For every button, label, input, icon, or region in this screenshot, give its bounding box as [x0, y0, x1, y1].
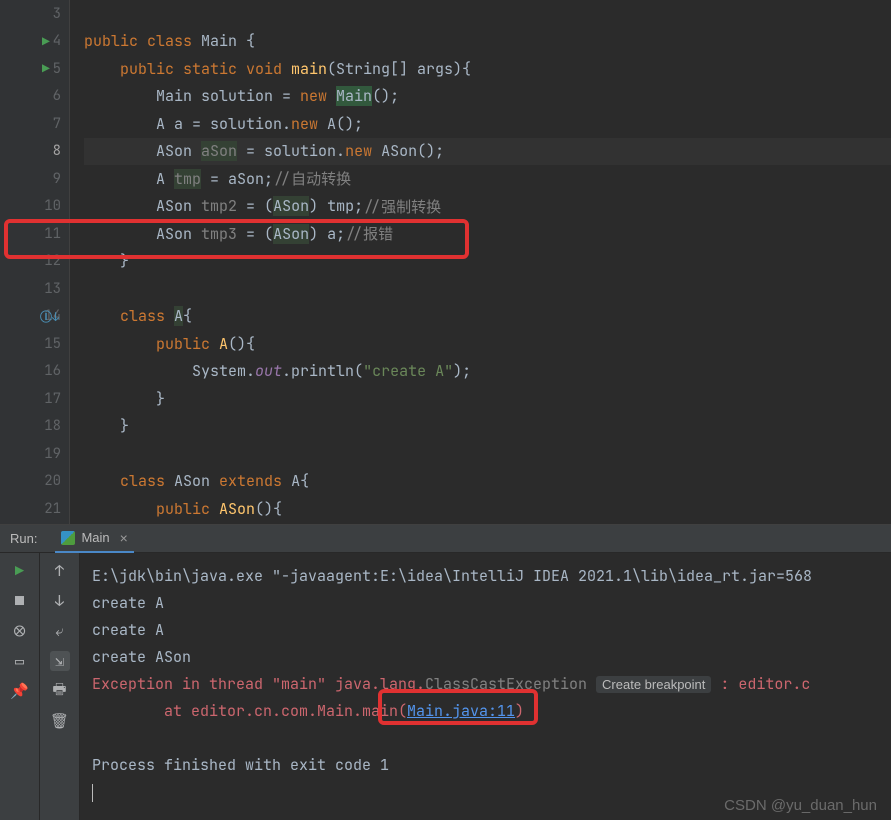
code-line[interactable]: class A{: [84, 303, 891, 331]
code-line[interactable]: }: [84, 385, 891, 413]
code-line[interactable]: public class Main {: [84, 28, 891, 56]
gutter-line[interactable]: 11: [0, 220, 69, 248]
gutter-line[interactable]: 15: [0, 330, 69, 358]
gutter-line[interactable]: 18: [0, 413, 69, 441]
run-gutter-icon[interactable]: ▶: [42, 33, 50, 50]
java-icon: [61, 531, 75, 545]
stacktrace-link[interactable]: Main.java:11: [407, 701, 515, 721]
down-icon[interactable]: ↓: [50, 591, 70, 611]
console-out: create A: [92, 590, 891, 617]
gutter-line[interactable]: 6: [0, 83, 69, 111]
code-line[interactable]: }: [84, 413, 891, 441]
code-line[interactable]: [84, 0, 891, 28]
trash-icon[interactable]: 🗑: [50, 711, 70, 731]
code-line[interactable]: ASon tmp2 = (ASon) tmp;//强制转换: [84, 193, 891, 221]
gutter-line[interactable]: 10: [0, 193, 69, 221]
gutter-line[interactable]: 9: [0, 165, 69, 193]
gutter-line[interactable]: 20: [0, 468, 69, 496]
console-out: create ASon: [92, 644, 891, 671]
run-gutter-icon[interactable]: ▶: [42, 60, 50, 77]
layout-icon[interactable]: ▭: [10, 651, 30, 671]
run-toolbar-left: ▶ ■ ⭙ ▭ 📌: [0, 553, 40, 820]
console-out: create A: [92, 617, 891, 644]
gutter-line[interactable]: 3: [0, 0, 69, 28]
exit-icon[interactable]: ⭙: [10, 621, 30, 641]
gutter-line[interactable]: 13: [0, 275, 69, 303]
code-line[interactable]: ASon aSon = solution.new ASon();: [84, 138, 891, 166]
code-line[interactable]: ASon tmp3 = (ASon) a;//报错: [84, 220, 891, 248]
code-editor[interactable]: 34▶5▶67891011121314Ⓘ↓15161718192021 publ…: [0, 0, 891, 524]
gutter-line[interactable]: 7: [0, 110, 69, 138]
run-label: Run:: [10, 531, 37, 546]
code-line[interactable]: [84, 275, 891, 303]
gutter-line[interactable]: 12: [0, 248, 69, 276]
gutter-line[interactable]: 5▶: [0, 55, 69, 83]
up-icon[interactable]: ↑: [50, 561, 70, 581]
run-tab-main[interactable]: Main ×: [55, 525, 133, 553]
gutter-line[interactable]: 14Ⓘ↓: [0, 303, 69, 331]
close-icon[interactable]: ×: [120, 530, 128, 546]
console-cmd: E:\jdk\bin\java.exe "-javaagent:E:\idea\…: [92, 563, 891, 590]
code-line[interactable]: Main solution = new Main();: [84, 83, 891, 111]
code-area[interactable]: public class Main { public static void m…: [70, 0, 891, 524]
run-body: ▶ ■ ⭙ ▭ 📌 ↑ ↓ ⤶ ⇲ 🖶 🗑 E:\jdk\bin\java.ex…: [0, 553, 891, 820]
gutter-line[interactable]: 4▶: [0, 28, 69, 56]
code-line[interactable]: public ASon(){: [84, 495, 891, 523]
console-blank: [92, 725, 891, 752]
code-line[interactable]: [84, 440, 891, 468]
rerun-icon[interactable]: ▶: [10, 561, 30, 581]
run-header: Run: Main ×: [0, 525, 891, 553]
code-line[interactable]: A a = solution.new A();: [84, 110, 891, 138]
gutter-line[interactable]: 21: [0, 495, 69, 523]
gutter-line[interactable]: 17: [0, 385, 69, 413]
run-toolbar-left2: ↑ ↓ ⤶ ⇲ 🖶 🗑: [40, 553, 80, 820]
console-exit: Process finished with exit code 1: [92, 752, 891, 779]
print-icon[interactable]: 🖶: [50, 681, 70, 701]
stop-icon[interactable]: ■: [10, 591, 30, 611]
console-exception: Exception in thread "main" java.lang.Cla…: [92, 671, 891, 698]
code-line[interactable]: class ASon extends A{: [84, 468, 891, 496]
gutter: 34▶5▶67891011121314Ⓘ↓15161718192021: [0, 0, 70, 524]
run-panel: Run: Main × ▶ ■ ⭙ ▭ 📌 ↑ ↓ ⤶ ⇲ 🖶 🗑 E:\jdk…: [0, 524, 891, 820]
code-line[interactable]: System.out.println("create A");: [84, 358, 891, 386]
create-breakpoint-hint[interactable]: Create breakpoint: [596, 676, 711, 693]
gutter-line[interactable]: 16: [0, 358, 69, 386]
code-line[interactable]: }: [84, 248, 891, 276]
console-output[interactable]: E:\jdk\bin\java.exe "-javaagent:E:\idea\…: [80, 553, 891, 820]
pin-icon[interactable]: 📌: [10, 681, 30, 701]
code-line[interactable]: public static void main(String[] args){: [84, 55, 891, 83]
implements-gutter-icon[interactable]: Ⓘ↓: [40, 308, 59, 325]
console-stacktrace: at editor.cn.com.Main.main(Main.java:11): [92, 698, 891, 725]
gutter-line[interactable]: 19: [0, 440, 69, 468]
watermark: CSDN @yu_duan_hun: [724, 797, 877, 814]
code-line[interactable]: A tmp = aSon;//自动转换: [84, 165, 891, 193]
run-tab-label: Main: [81, 530, 109, 545]
gutter-line[interactable]: 8: [0, 138, 69, 166]
scroll-icon[interactable]: ⇲: [50, 651, 70, 671]
code-line[interactable]: public A(){: [84, 330, 891, 358]
wrap-icon[interactable]: ⤶: [50, 621, 70, 641]
